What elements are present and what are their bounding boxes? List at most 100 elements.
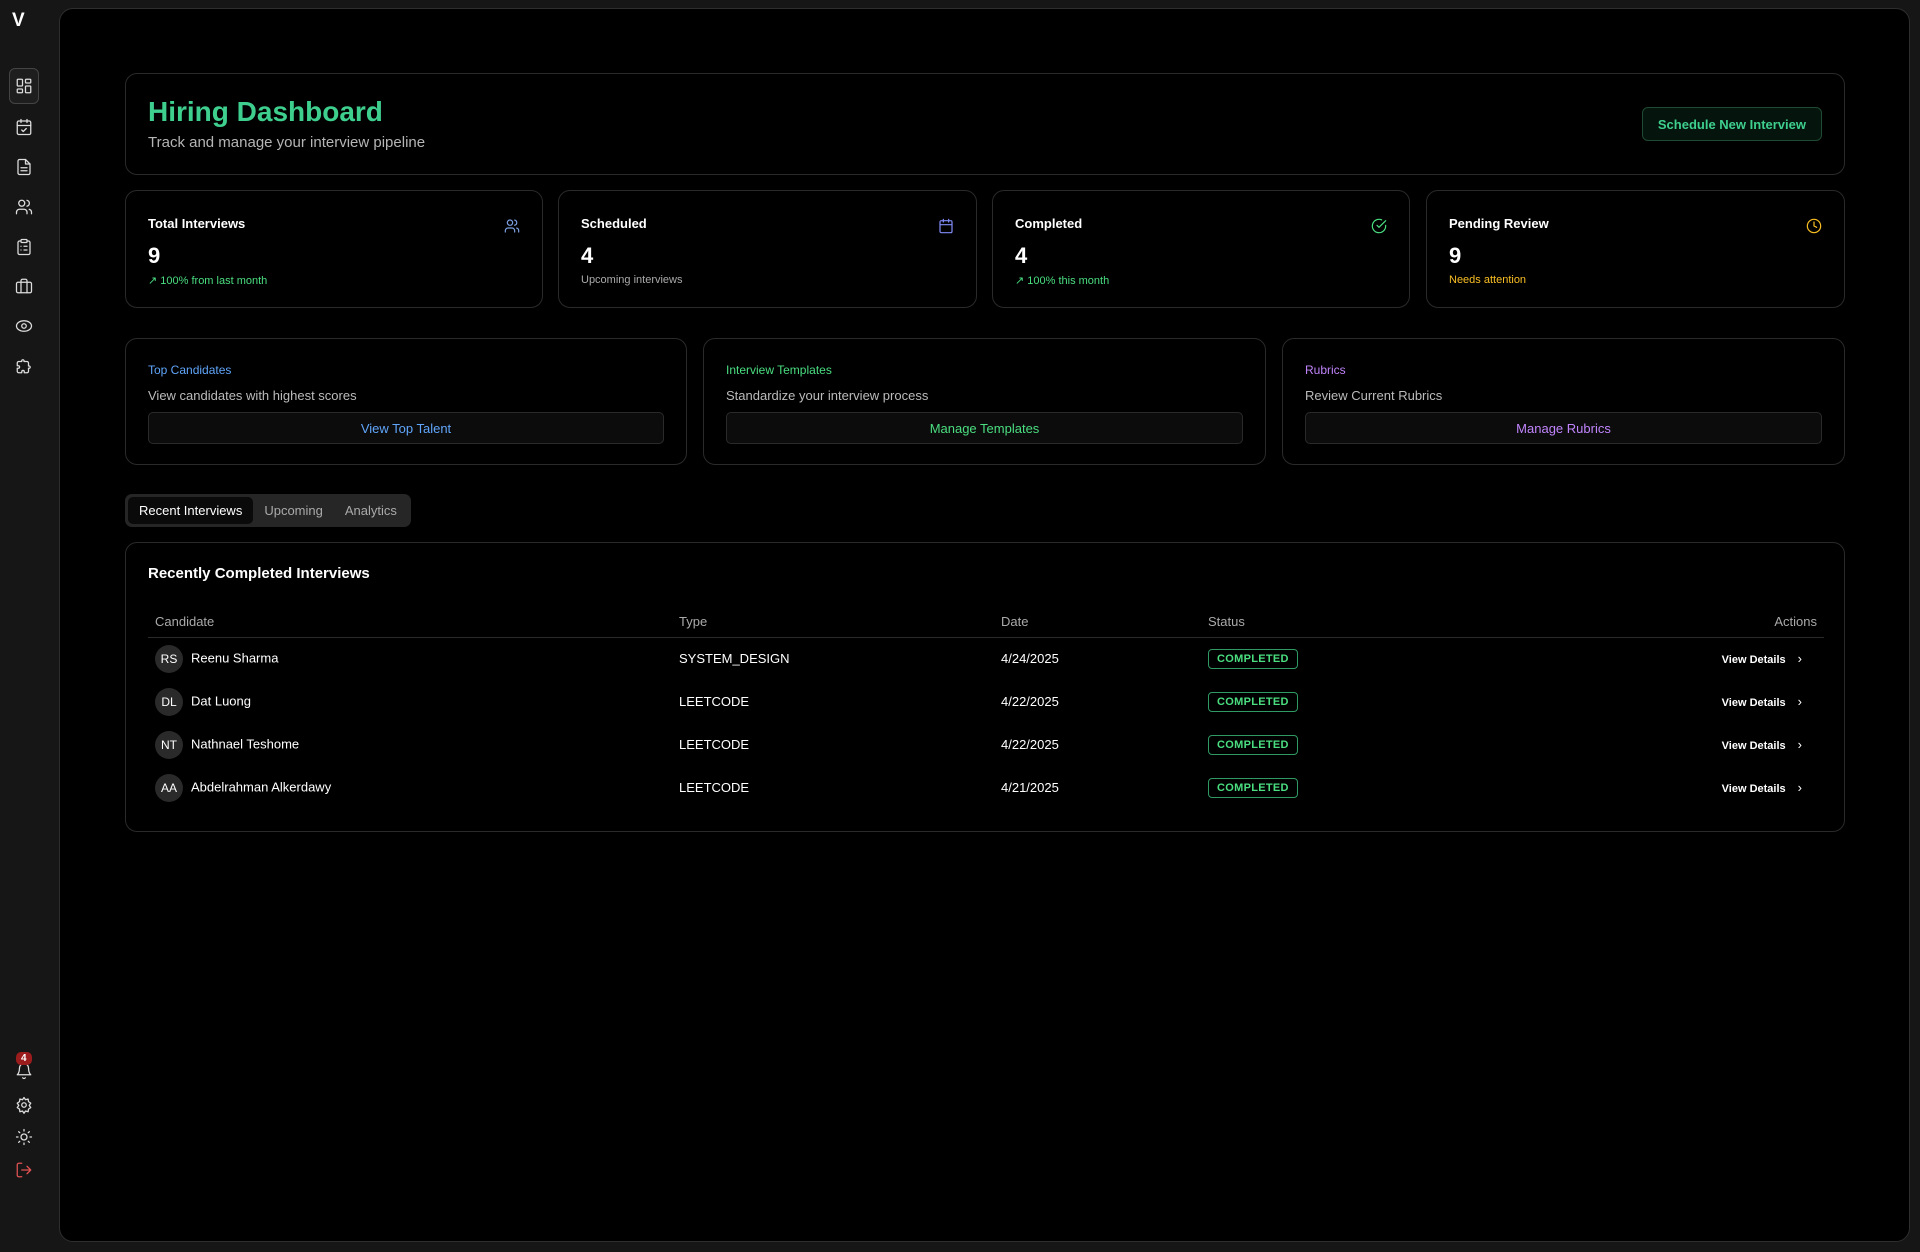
document-icon[interactable] xyxy=(10,153,38,181)
table-title: Recently Completed Interviews xyxy=(148,565,370,582)
chevron-right-icon: › xyxy=(1798,780,1802,795)
check-circle-icon xyxy=(1371,218,1387,234)
table-row: NTNathnael Teshome LEETCODE 4/22/2025 CO… xyxy=(148,723,1824,766)
status-badge: COMPLETED xyxy=(1208,692,1298,712)
candidate-cell: RS Reenu Sharma xyxy=(148,637,672,680)
column-header-date: Date xyxy=(994,607,1201,637)
candidate-name: Nathnael Teshome xyxy=(191,736,299,751)
tab-bar: Recent Interviews Upcoming Analytics xyxy=(125,494,411,527)
view-details-button[interactable]: View Details › xyxy=(1501,766,1824,809)
stat-label: Completed xyxy=(1015,216,1082,231)
action-desc: View candidates with highest scores xyxy=(148,388,357,403)
candidate-cell: DL Dat Luong xyxy=(148,680,672,723)
stat-value: 9 xyxy=(148,243,160,269)
type-cell: LEETCODE xyxy=(672,766,994,809)
candidate-name: Reenu Sharma xyxy=(191,650,278,665)
stat-label: Total Interviews xyxy=(148,216,245,231)
date-cell: 4/21/2025 xyxy=(994,766,1201,809)
view-top-talent-button[interactable]: View Top Talent xyxy=(148,412,664,444)
page-subtitle: Track and manage your interview pipeline xyxy=(148,134,425,151)
status-badge: COMPLETED xyxy=(1208,778,1298,798)
status-badge: COMPLETED xyxy=(1208,649,1298,669)
view-details-button[interactable]: View Details › xyxy=(1501,723,1824,766)
app-logo[interactable]: V xyxy=(12,10,25,32)
stat-card-scheduled: Scheduled 4 Upcoming interviews xyxy=(558,190,977,308)
tab-analytics[interactable]: Analytics xyxy=(334,497,408,524)
date-cell: 4/22/2025 xyxy=(994,723,1201,766)
view-details-label: View Details xyxy=(1722,740,1786,752)
candidate-name: Abdelrahman Alkerdawy xyxy=(191,779,331,794)
column-header-status: Status xyxy=(1201,607,1501,637)
action-card-rubrics: Rubrics Review Current Rubrics Manage Ru… xyxy=(1282,338,1845,465)
users-icon[interactable] xyxy=(10,193,38,221)
status-cell: COMPLETED xyxy=(1201,766,1501,809)
users-icon xyxy=(504,218,520,234)
table-row: AA Abdelrahman Alkerdawy LEETCODE 4/21/20… xyxy=(148,766,1824,809)
briefcase-icon[interactable] xyxy=(10,272,38,300)
candidate-name: Dat Luong xyxy=(191,693,251,708)
schedule-new-interview-button[interactable]: Schedule New Interview xyxy=(1642,107,1822,141)
manage-rubrics-button[interactable]: Manage Rubrics xyxy=(1305,412,1822,444)
eye-icon[interactable] xyxy=(10,312,38,340)
view-details-button[interactable]: View Details › xyxy=(1501,637,1824,680)
view-details-button[interactable]: View Details › xyxy=(1501,680,1824,723)
logout-icon[interactable] xyxy=(10,1156,38,1184)
clock-icon xyxy=(1806,218,1822,234)
stat-label: Pending Review xyxy=(1449,216,1549,231)
clipboard-list-icon[interactable] xyxy=(10,233,38,261)
trend-up-icon: ↗ xyxy=(1015,275,1027,287)
view-details-label: View Details xyxy=(1722,783,1786,795)
gear-icon[interactable] xyxy=(10,1091,38,1119)
action-desc: Review Current Rubrics xyxy=(1305,388,1442,403)
chevron-right-icon: › xyxy=(1798,737,1802,752)
stat-card-total-interviews: Total Interviews 9 ↗ 100% from last mont… xyxy=(125,190,543,308)
date-cell: 4/22/2025 xyxy=(994,680,1201,723)
type-cell: LEETCODE xyxy=(672,680,994,723)
stat-trend: ↗ 100% from last month xyxy=(148,274,267,287)
status-cell: COMPLETED xyxy=(1201,637,1501,680)
status-badge: COMPLETED xyxy=(1208,735,1298,755)
calendar-icon xyxy=(938,218,954,234)
view-details-label: View Details xyxy=(1722,654,1786,666)
avatar: AA xyxy=(155,774,183,802)
status-cell: COMPLETED xyxy=(1201,723,1501,766)
sun-icon[interactable] xyxy=(10,1123,38,1151)
stat-sub: Needs attention xyxy=(1449,274,1526,286)
stat-value: 4 xyxy=(581,243,593,269)
view-details-label: View Details xyxy=(1722,697,1786,709)
type-cell: SYSTEM_DESIGN xyxy=(672,637,994,680)
stat-trend: ↗ 100% this month xyxy=(1015,274,1109,287)
action-title: Interview Templates xyxy=(726,363,832,377)
manage-templates-button[interactable]: Manage Templates xyxy=(726,412,1243,444)
action-card-interview-templates: Interview Templates Standardize your int… xyxy=(703,338,1266,465)
avatar: RS xyxy=(155,645,183,673)
column-header-actions: Actions xyxy=(1501,607,1824,637)
tab-recent-interviews[interactable]: Recent Interviews xyxy=(128,497,253,524)
date-cell: 4/24/2025 xyxy=(994,637,1201,680)
avatar: DL xyxy=(155,688,183,716)
action-title: Rubrics xyxy=(1305,363,1346,377)
chevron-right-icon: › xyxy=(1798,694,1802,709)
notification-badge: 4 xyxy=(16,1052,32,1065)
page-title: Hiring Dashboard xyxy=(148,96,383,128)
stat-sub: 100% this month xyxy=(1027,275,1109,287)
candidate-cell: NTNathnael Teshome xyxy=(148,723,672,766)
action-card-top-candidates: Top Candidates View candidates with high… xyxy=(125,338,687,465)
stat-sub: 100% from last month xyxy=(160,275,267,287)
action-desc: Standardize your interview process xyxy=(726,388,928,403)
puzzle-icon[interactable] xyxy=(10,352,38,380)
header-card: Hiring Dashboard Track and manage your i… xyxy=(125,73,1845,175)
candidate-cell: AA Abdelrahman Alkerdawy xyxy=(148,766,672,809)
calendar-check-icon[interactable] xyxy=(10,113,38,141)
status-cell: COMPLETED xyxy=(1201,680,1501,723)
action-title: Top Candidates xyxy=(148,363,231,377)
stat-label: Scheduled xyxy=(581,216,647,231)
chevron-right-icon: › xyxy=(1798,651,1802,666)
interviews-table: Candidate Type Date Status Actions RS Ree… xyxy=(148,607,1824,809)
table-header-row: Candidate Type Date Status Actions xyxy=(148,607,1824,637)
stat-card-completed: Completed 4 ↗ 100% this month xyxy=(992,190,1410,308)
tab-upcoming[interactable]: Upcoming xyxy=(253,497,334,524)
dashboard-icon[interactable] xyxy=(9,68,39,104)
stat-sub: Upcoming interviews xyxy=(581,274,682,286)
trend-up-icon: ↗ xyxy=(148,275,160,287)
